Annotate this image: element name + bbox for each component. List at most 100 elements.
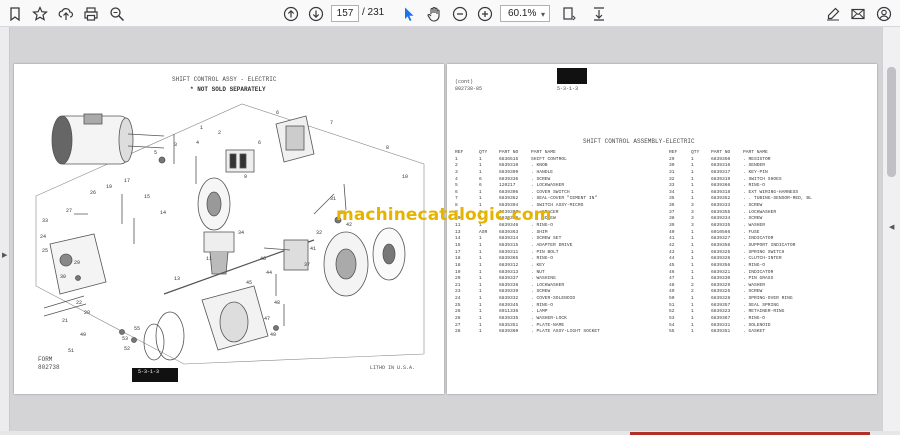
table-cell: 29	[669, 156, 675, 162]
pdf-toolbar: 157 / 231 60.1% ▾	[0, 0, 900, 27]
table-cell: 28	[455, 329, 461, 335]
svg-text:5: 5	[154, 150, 157, 156]
table-row: 27 1 6835351 . PLATE-NAME 54 1 6839331 . SOLENO…	[455, 323, 875, 330]
table-cell: . SPRING SWITCH	[743, 249, 785, 255]
page-number-input[interactable]: 157	[331, 5, 359, 22]
table-cell: . SWITCH SHOES	[743, 176, 782, 182]
table-cell: 1	[691, 236, 694, 242]
table-cell: 1	[479, 196, 482, 202]
table-cell: . SEAL-COVER "CEMENT IN"	[531, 196, 598, 202]
table-row: 7 1 6839362 . SEAL-COVER "CEMENT IN" 35 1 6839…	[455, 196, 875, 203]
table-cell: . LOCKWASHER	[531, 282, 565, 288]
annotate-icon[interactable]	[822, 3, 844, 24]
table-cell: . WASHER	[743, 282, 766, 288]
litho-note: LITHO IN U.S.A.	[370, 365, 416, 371]
table-cell: 54	[669, 322, 675, 328]
table-cell: 18	[455, 256, 461, 262]
table-cell: 4	[455, 176, 458, 182]
table-cell: 14	[455, 236, 461, 242]
table-cell: 1	[479, 169, 482, 175]
bookmark-icon[interactable]	[4, 3, 26, 24]
table-row: 18 1 6839365 . RING-O 44 1 6839326 . CLUTCH-INT…	[455, 256, 875, 263]
table-cell: 20	[455, 276, 461, 282]
table-cell: . PLATE-NAME	[531, 322, 565, 328]
table-cell: 1	[691, 262, 694, 268]
table-cell: . WASHER	[743, 223, 766, 229]
table-row: 24 1 6839332 . COVER-SOLENOID 50 1 6839328 . SP…	[455, 296, 875, 303]
table-cell: 1	[691, 329, 694, 335]
table-cell: 27	[455, 322, 461, 328]
table-cell: 1	[455, 156, 458, 162]
table-cell: 6839335	[711, 223, 731, 229]
svg-text:41: 41	[310, 246, 316, 252]
print-icon[interactable]	[80, 3, 102, 24]
table-cell: . COVER SWITCH	[531, 189, 570, 195]
table-cell: . SCREW	[743, 216, 763, 222]
zoom-select[interactable]: 60.1% ▾	[500, 5, 550, 22]
table-cell: 24	[455, 296, 461, 302]
table-cell: 1	[479, 322, 482, 328]
sidebar-toggle[interactable]: ▶	[0, 27, 10, 435]
table-cell: 6839351	[711, 329, 731, 335]
mail-icon[interactable]	[847, 3, 869, 24]
table-cell: 7	[455, 196, 458, 202]
table-cell: 6839333	[711, 203, 731, 209]
table-row: 23 1 6839339 . SCREW 49 2 6839325 . SCREW	[455, 289, 875, 296]
table-cell: 6	[455, 189, 458, 195]
table-cell: 6839356	[711, 262, 731, 268]
table-cell: 1	[691, 242, 694, 248]
table-cell: 1	[691, 322, 694, 328]
table-row: 14 1 6839314 . SCREW SET 41 1 6839327 . INDICAT…	[455, 236, 875, 243]
hand-icon[interactable]	[423, 3, 445, 24]
table-cell: . INDICATOR	[743, 236, 774, 242]
table-cell: . HANDLE	[531, 169, 554, 175]
select-cursor-icon[interactable]	[398, 3, 420, 24]
svg-text:45: 45	[246, 280, 252, 286]
table-cell: 6839311	[499, 249, 519, 255]
table-cell: 6839309	[499, 169, 519, 175]
table-cell: 6839317	[711, 169, 731, 175]
svg-text:14: 14	[160, 210, 166, 216]
table-cell: 50	[669, 296, 675, 302]
table-cell: 6839339	[499, 289, 519, 295]
scrollbar-thumb[interactable]	[887, 67, 896, 177]
table-cell: . PIN BOLT	[531, 249, 559, 255]
col-part-name-2: PART NAME	[743, 150, 768, 155]
table-cell: 23	[455, 289, 461, 295]
next-page-icon[interactable]	[305, 3, 327, 24]
table-cell: . WASHING	[531, 276, 556, 282]
fit-page-icon[interactable]	[558, 3, 580, 24]
zoom-search-icon[interactable]	[106, 3, 128, 24]
prev-page-icon[interactable]	[280, 3, 302, 24]
table-cell: . RING-O	[743, 316, 766, 322]
table-cell: 1	[691, 302, 694, 308]
table-cell: 26	[455, 309, 461, 315]
table-cell: 1	[691, 309, 694, 315]
svg-text:3: 3	[174, 142, 177, 148]
table-cell: 1	[691, 196, 694, 202]
table-cell: . LOCKWASHER	[743, 209, 777, 215]
table-row: 25 1 6839345 . RING-O 51 1 6839357 . SEAL SPRIN…	[455, 303, 875, 310]
table-cell: 6839336	[499, 176, 519, 182]
upload-icon[interactable]	[55, 3, 77, 24]
svg-text:53: 53	[122, 336, 128, 342]
table-row: 2 1 6839310 . KNOB 30 1 6839316 . SENDER	[455, 163, 875, 170]
svg-text:1: 1	[200, 125, 203, 131]
col-part-name: PART NAME	[531, 150, 556, 155]
download-icon[interactable]	[588, 3, 610, 24]
table-cell: 6839360	[499, 329, 519, 335]
table-cell: 6839335	[499, 316, 519, 322]
zoom-out-icon[interactable]	[449, 3, 471, 24]
table-cell: 1	[479, 316, 482, 322]
table-cell: . RING-O	[531, 256, 554, 262]
star-icon[interactable]	[29, 3, 51, 24]
zoom-in-icon[interactable]	[474, 3, 496, 24]
col-part-no-2: PART NO	[711, 150, 731, 155]
table-header-row: REF QTY PART NO PART NAME REF QTY PART N…	[455, 150, 875, 157]
table-cell: 33	[669, 183, 675, 189]
vertical-scrollbar[interactable]: ◀	[882, 27, 900, 435]
chevron-down-icon: ▾	[540, 10, 545, 19]
table-cell: . ADAPTER DRIVE	[531, 242, 573, 248]
table-cell: 1	[691, 276, 694, 282]
account-icon[interactable]	[873, 3, 895, 24]
